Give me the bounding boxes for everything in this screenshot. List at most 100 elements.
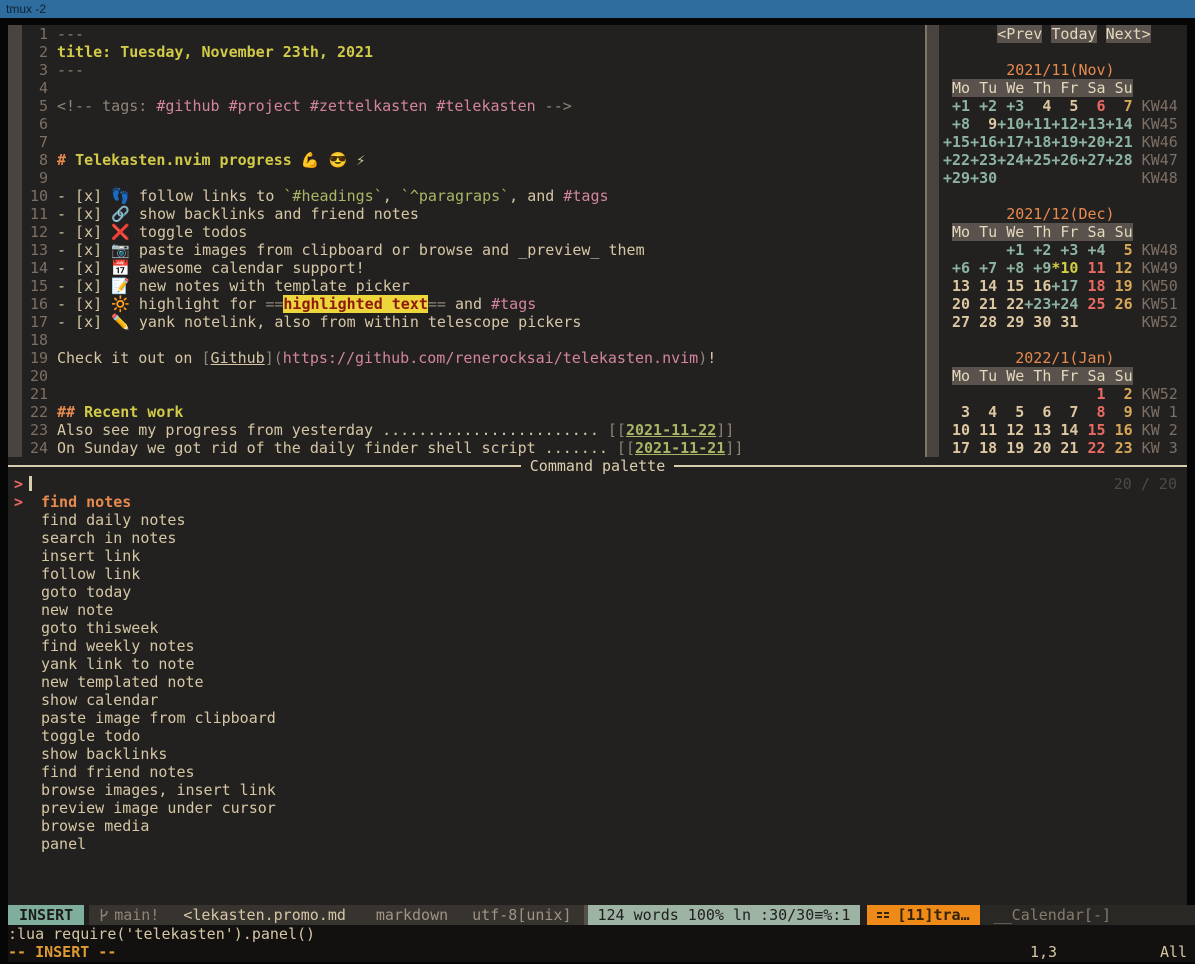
calendar-row[interactable]: 2022/1(Jan)	[943, 349, 1187, 367]
calendar-row[interactable]: 2021/11(Nov)	[943, 61, 1187, 79]
calendar-row[interactable]: +22+23+24+25+26+27+28 KW47	[943, 151, 1187, 169]
calendar-row[interactable]: +15+16+17+18+19+20+21 KW46	[943, 133, 1187, 151]
calendar-row[interactable]: Mo Tu We Th Fr Sa Su	[943, 367, 1187, 385]
palette-item[interactable]: search in notes	[8, 529, 1187, 547]
calendar-row[interactable]: +1 +2 +3 +4 5 KW48	[943, 241, 1187, 259]
calendar-row[interactable]: +1 +2 +3 4 5 6 7 KW44	[943, 97, 1187, 115]
palette-border-line-right	[674, 465, 1187, 467]
palette-item[interactable]: toggle todo	[8, 727, 1187, 745]
palette-item[interactable]: new note	[8, 601, 1187, 619]
editor-line[interactable]: 16- [x] 🔆 highlight for ==highlighted te…	[30, 295, 925, 313]
editor-line[interactable]: 9	[30, 169, 925, 187]
calendar-row[interactable]: 10 11 12 13 14 15 16 KW 2	[943, 421, 1187, 439]
prev-button[interactable]: <Prev	[997, 25, 1042, 43]
line-number: 13	[30, 241, 48, 259]
palette-item[interactable]: preview image under cursor	[8, 799, 1187, 817]
line-number: 21	[30, 385, 48, 403]
palette-item[interactable]: new templated note	[8, 673, 1187, 691]
editor-line[interactable]: 23Also see my progress from yesterday ..…	[30, 421, 925, 439]
calendar-row[interactable]: 27 28 29 30 31 KW52	[943, 313, 1187, 331]
editor-line[interactable]: 18	[30, 331, 925, 349]
palette-item[interactable]: find daily notes	[8, 511, 1187, 529]
palette-item[interactable]: goto thisweek	[8, 619, 1187, 637]
editor-line[interactable]: 24On Sunday we got rid of the daily find…	[30, 439, 925, 457]
palette-item[interactable]: insert link	[8, 547, 1187, 565]
palette-item-label: find daily notes	[41, 511, 186, 529]
calendar-row[interactable]: +6 +7 +8 +9*10 11 12 KW49	[943, 259, 1187, 277]
palette-item[interactable]: yank link to note	[8, 655, 1187, 673]
selection-marker	[14, 835, 41, 853]
calendar-row[interactable]: +8 9+10+11+12+13+14 KW45	[943, 115, 1187, 133]
editor-line[interactable]: 15- [x] 📝 new notes with template picker	[30, 277, 925, 295]
command-line[interactable]: :lua require('telekasten').panel()	[8, 925, 1195, 943]
calendar-row[interactable]	[943, 187, 1187, 205]
line-number: 14	[30, 259, 48, 277]
cursor-position: 1,3	[1030, 943, 1057, 961]
palette-item[interactable]: find weekly notes	[8, 637, 1187, 655]
line-number: 9	[30, 169, 48, 187]
line-number: 20	[30, 367, 48, 385]
calendar-row[interactable]: 1 2 KW52	[943, 385, 1187, 403]
palette-item-label: browse images, insert link	[41, 781, 276, 799]
selection-marker	[14, 583, 41, 601]
calendar-row[interactable]	[943, 331, 1187, 349]
next-button[interactable]: Next>	[1106, 25, 1151, 43]
editor-line[interactable]: 20	[30, 367, 925, 385]
mode-line: -- INSERT -- 1,3 All	[8, 943, 1195, 962]
palette-item[interactable]: show calendar	[8, 691, 1187, 709]
list-icon	[877, 912, 889, 918]
editor-line[interactable]: 2title: Tuesday, November 23th, 2021	[30, 43, 925, 61]
palette-item[interactable]: follow link	[8, 565, 1187, 583]
editor-line[interactable]: 21	[30, 385, 925, 403]
statusline: INSERT main! <lekasten.promo.md markdown…	[8, 905, 1195, 925]
calendar-row[interactable]: 13 14 15 16+17 18 19 KW50	[943, 277, 1187, 295]
editor-line[interactable]: 7	[30, 133, 925, 151]
calendar-row[interactable]: <Prev Today Next>	[943, 25, 1187, 43]
calendar-row[interactable]: +29+30 KW48	[943, 169, 1187, 187]
editor-line[interactable]: 6	[30, 115, 925, 133]
calendar-row[interactable]: 2021/12(Dec)	[943, 205, 1187, 223]
editor-line[interactable]: 10- [x] 👣 follow links to `#headings`, `…	[30, 187, 925, 205]
editor-line[interactable]: 1---	[30, 25, 925, 43]
palette-border-line-left	[8, 465, 521, 467]
editor-line[interactable]: 13- [x] 📷 paste images from clipboard or…	[30, 241, 925, 259]
calendar-row[interactable]: Mo Tu We Th Fr Sa Su	[943, 223, 1187, 241]
calendar-row[interactable]	[943, 43, 1187, 61]
text-cursor	[29, 476, 32, 491]
palette-prompt[interactable]: > 20 / 20	[8, 475, 1187, 493]
calendar-left-strip	[927, 25, 939, 457]
palette-item[interactable]: find friend notes	[8, 763, 1187, 781]
palette-item[interactable]: browse media	[8, 817, 1187, 835]
editor-line[interactable]: 17- [x] ✏️ yank notelink, also from with…	[30, 313, 925, 331]
calendar-row[interactable]: 3 4 5 6 7 8 9 KW 1	[943, 403, 1187, 421]
editor-line[interactable]: 22## Recent work	[30, 403, 925, 421]
selection-marker	[14, 745, 41, 763]
palette-item-selected[interactable]: >find notes	[8, 493, 1187, 511]
editor-buffer[interactable]: 1---2title: Tuesday, November 23th, 2021…	[22, 25, 925, 457]
editor-line[interactable]: 14- [x] 📅 awesome calendar support!	[30, 259, 925, 277]
selection-marker	[14, 619, 41, 637]
git-branch: main!	[99, 905, 159, 925]
editor-line[interactable]: 4	[30, 79, 925, 97]
calendar-row[interactable]: Mo Tu We Th Fr Sa Su	[943, 79, 1187, 97]
calendar-row[interactable]: 20 21 22+23+24 25 26 KW51	[943, 295, 1187, 313]
palette-item[interactable]: browse images, insert link	[8, 781, 1187, 799]
calendar-row[interactable]: 17 18 19 20 21 22 23 KW 3	[943, 439, 1187, 457]
calendar-body[interactable]: <Prev Today Next> 2021/11(Nov) Mo Tu We …	[939, 25, 1187, 457]
line-number: 23	[30, 421, 48, 439]
palette-item[interactable]: paste image from clipboard	[8, 709, 1187, 727]
line-number: 24	[30, 439, 48, 457]
terminal-screen: tmux -2 1---2title: Tuesday, November 23…	[0, 0, 1195, 964]
palette-item[interactable]: goto today	[8, 583, 1187, 601]
selection-marker	[14, 727, 41, 745]
editor-line[interactable]: 11- [x] 🔗 show backlinks and friend note…	[30, 205, 925, 223]
editor-line[interactable]: 5<!-- tags: #github #project #zettelkast…	[30, 97, 925, 115]
editor-line[interactable]: 19Check it out on [Github](https://githu…	[30, 349, 925, 367]
selection-marker: >	[14, 493, 41, 511]
editor-line[interactable]: 3---	[30, 61, 925, 79]
editor-line[interactable]: 12- [x] ❌ toggle todos	[30, 223, 925, 241]
editor-line[interactable]: 8# Telekasten.nvim progress 💪 😎 ⚡	[30, 151, 925, 169]
palette-item[interactable]: show backlinks	[8, 745, 1187, 763]
palette-item[interactable]: panel	[8, 835, 1187, 853]
today-button[interactable]: Today	[1051, 25, 1096, 43]
